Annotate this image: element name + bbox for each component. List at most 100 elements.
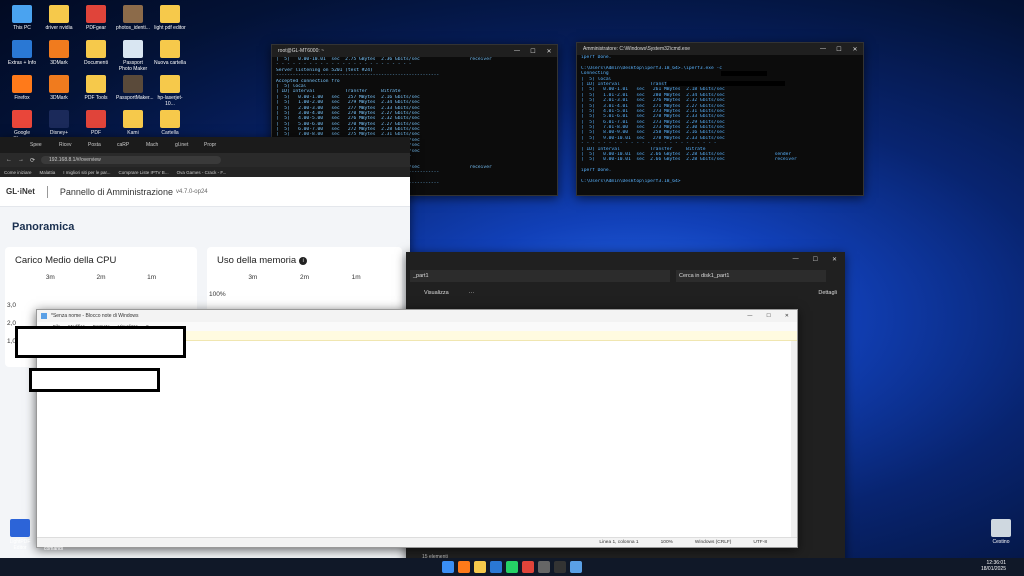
y-tick: 3,0 [7,302,17,309]
browser-tab[interactable]: Mach [146,142,172,148]
browser-tab[interactable]: Propr [204,142,230,148]
panel-title: Pannello di Amministrazione [59,186,173,197]
shortcut-label: LightPDF Editor [9,539,31,551]
cmd-window[interactable]: Amministratore: C:\Windows\System32\cmd.… [576,42,864,196]
shortcut-icon [160,40,180,58]
close-icon[interactable]: ✕ [785,313,789,319]
reload-icon[interactable]: ⟳ [30,157,35,164]
desktop-shortcut[interactable]: LightPDF Editor [3,519,37,551]
zoom-level: 100% [660,540,673,545]
maximize-icon[interactable]: ☐ [831,46,847,53]
desktop-shortcut[interactable]: Extras + Info [5,40,39,66]
shortcut-label: PDF [91,130,101,136]
window-title: root@GL-MT6000: ~ [278,48,325,54]
explorer-taskbar-icon[interactable] [474,561,486,573]
browser-tab[interactable]: Ricev [59,142,85,148]
desktop-shortcut[interactable]: 3DMark [42,40,76,66]
close-icon[interactable]: ✕ [541,48,557,55]
terminal-taskbar-icon[interactable] [554,561,566,573]
firefox-taskbar-icon[interactable] [458,561,470,573]
desktop-shortcut[interactable]: Firefox [5,75,39,101]
notepad-taskbar-icon[interactable] [570,561,582,573]
whatsapp-taskbar-icon[interactable] [506,561,518,573]
desktop-shortcut[interactable]: PassportMaker... [116,75,154,101]
time-tick: 1m [147,274,157,281]
maximize-icon[interactable]: ☐ [766,313,770,319]
shortcut-icon [86,110,106,128]
desktop-shortcut[interactable]: driver nvidia [42,5,76,31]
title-bar[interactable]: root@GL-MT6000: ~ — ☐ ✕ [272,45,557,57]
desktop-shortcut[interactable]: This PC [5,5,39,31]
desktop-shortcut[interactable]: Disney+ [42,110,76,136]
version-label: v4.7.0-op24 [175,188,208,195]
desktop-shortcut[interactable]: PDF [79,110,113,136]
shortcut-label: Passport Photo Maker [118,60,148,72]
close-icon[interactable]: ✕ [847,46,863,53]
time-axis: 3m 2m 1m [207,274,402,281]
minimize-icon[interactable]: — [815,46,831,53]
bookmark[interactable]: I migliori siti per le par... [63,170,110,175]
line-ending: Windows (CRLF) [694,540,732,545]
tab-strip: Spee Ricev Posta caRP Mach gl.inet Propr [0,137,410,153]
redaction-bar [721,71,767,76]
minimize-icon[interactable]: — [509,48,525,55]
header-divider [46,185,48,198]
shortcut-icon [160,110,180,128]
clock[interactable]: 12:36:01 18/01/2025 [981,560,1006,572]
app-taskbar-icon[interactable] [538,561,550,573]
bookmark[interactable]: Comprare Liste IPTV B... [119,170,169,175]
title-bar[interactable]: Amministratore: C:\Windows\System32\cmd.… [577,43,863,55]
details-button[interactable]: Dettagli [818,290,837,296]
shortcut-label: light pdf editor [154,25,186,31]
desktop-shortcut[interactable]: photos_identi... [116,5,150,31]
breadcrumb[interactable]: _part1 [410,270,670,282]
shortcut-icon [123,40,143,58]
browser-tab[interactable]: Posta [88,142,114,148]
desktop-shortcut[interactable]: Documenti [79,40,113,66]
shortcut-label: driver nvidia [45,25,73,31]
browser-tab[interactable]: gl.inet [175,142,201,148]
desktop-shortcut[interactable]: PDF Tools [79,75,113,101]
browser-tab[interactable]: caRP [117,142,143,148]
shortcut-icon [12,110,32,128]
taskbar: 12:36:01 18/01/2025 [0,558,1024,576]
desktop-shortcut[interactable]: 3DMark [42,75,76,101]
close-icon[interactable]: ✕ [832,256,837,263]
time-tick: 1m [351,274,361,281]
desktop-shortcut[interactable]: PDFgear [79,5,113,31]
browser-tab[interactable]: Spee [30,142,56,148]
more-icon[interactable]: ··· [469,290,475,296]
desktop-shortcut[interactable]: light pdf editor [153,5,187,31]
store-taskbar-icon[interactable] [490,561,502,573]
glinet-header: GL·iNet Pannello di Amministrazione v4.7… [0,177,410,207]
terminal-line: C:\Users\Admin\Desktop\iperf3.18_64> [581,178,681,184]
maximize-icon[interactable]: ☐ [813,256,818,263]
desktop-shortcut[interactable]: Cartella [153,110,187,136]
shortcut-icon [12,75,32,93]
info-icon[interactable]: i [299,256,308,265]
back-icon[interactable]: ← [6,157,12,163]
bookmark[interactable]: Come iniziare [4,170,32,175]
glinet-logo[interactable]: GL·iNet [6,187,35,196]
notepad-icon [41,313,47,319]
view-button[interactable]: Visualizza [424,290,449,296]
desktop-shortcut[interactable]: Nuova cartella [153,40,187,66]
page-title: Panoramica [12,221,75,233]
desktop-shortcut[interactable]: Passport Photo Maker [116,40,150,72]
bookmark[interactable]: Malattia [40,170,56,175]
window-title: Amministratore: C:\Windows\System32\cmd.… [583,46,690,52]
scrollbar[interactable] [791,341,797,537]
search-box[interactable]: Cerca in disk1_part1 [676,270,826,282]
bookmark[interactable]: Ova Games - Crack - F... [177,170,227,175]
forward-icon[interactable]: → [18,157,24,163]
memory-percent: 100% [209,291,226,298]
maximize-icon[interactable]: ☐ [525,48,541,55]
minimize-icon[interactable]: — [747,313,752,319]
start-icon[interactable] [442,561,454,573]
desktop-shortcut[interactable]: hp-laserjet-10... [153,75,187,107]
minimize-icon[interactable]: — [793,256,799,262]
recycle-bin[interactable]: Cestino [984,519,1018,545]
opera-taskbar-icon[interactable] [522,561,534,573]
address-bar[interactable]: 192.168.8.1/#/overview [41,156,222,164]
desktop-shortcut[interactable]: Kami [116,110,150,136]
